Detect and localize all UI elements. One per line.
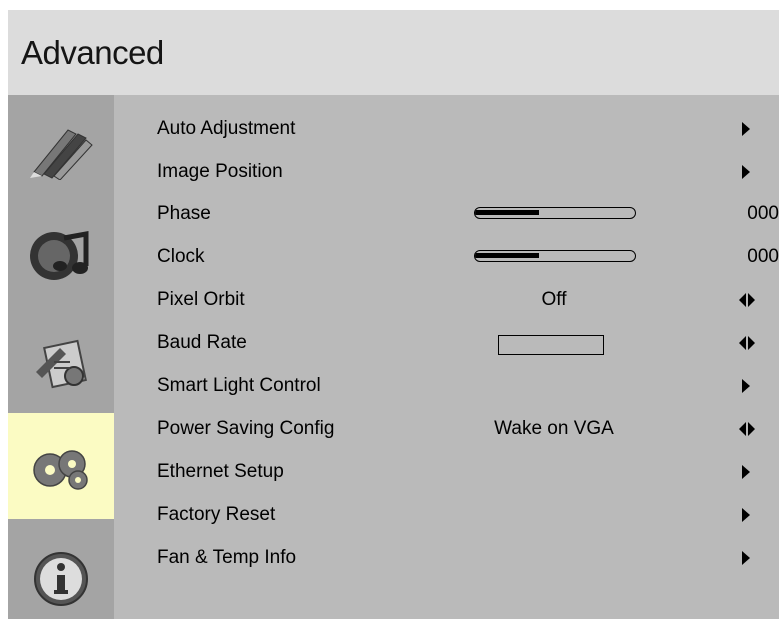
- left-right-arrows-icon[interactable]: [734, 333, 758, 353]
- category-audio[interactable]: [8, 201, 114, 307]
- menu-item-label: Baud Rate: [157, 332, 247, 353]
- menu-item-label: Phase: [157, 203, 211, 224]
- menu-item-label: Ethernet Setup: [157, 461, 284, 482]
- menu-item-smart-light-control[interactable]: Smart Light Control: [114, 362, 779, 405]
- menu-item-label: Fan & Temp Info: [157, 547, 297, 568]
- menu-item-label: Pixel Orbit: [157, 289, 245, 310]
- submenu-arrow-icon[interactable]: [734, 376, 758, 396]
- category-sidebar: [8, 95, 114, 619]
- phase-slider[interactable]: [474, 207, 636, 219]
- menu-item-label: Image Position: [157, 161, 283, 182]
- settings-menu: Auto Adjustment Image Position Phase 000…: [114, 95, 779, 619]
- submenu-arrow-icon[interactable]: [734, 505, 758, 525]
- menu-item-label: Clock: [157, 246, 205, 267]
- menu-item-ethernet-setup[interactable]: Ethernet Setup: [114, 448, 779, 491]
- menu-item-baud-rate[interactable]: Baud Rate: [114, 319, 779, 362]
- category-image[interactable]: [8, 95, 114, 201]
- submenu-arrow-icon[interactable]: [734, 548, 758, 568]
- submenu-arrow-icon[interactable]: [734, 119, 758, 139]
- submenu-arrow-icon[interactable]: [734, 462, 758, 482]
- category-information[interactable]: [8, 519, 114, 625]
- pixel-orbit-value: Off: [541, 289, 567, 310]
- menu-item-power-saving-config[interactable]: Power Saving Config Wake on VGA: [114, 405, 779, 448]
- menu-item-label: Auto Adjustment: [157, 118, 296, 139]
- phase-slider-fill: [475, 210, 539, 215]
- menu-item-label: Power Saving Config: [157, 418, 335, 439]
- phase-value: 000: [747, 203, 779, 224]
- clock-value: 000: [747, 246, 779, 267]
- menu-item-label: Factory Reset: [157, 504, 276, 525]
- osd-menu: Advanced Auto Adjustment Image Position …: [8, 10, 779, 619]
- info-icon: [34, 552, 88, 606]
- setup-tools-icon: [36, 339, 87, 389]
- menu-item-clock[interactable]: Clock 000: [114, 233, 779, 276]
- color-pencils-icon: [30, 129, 93, 180]
- left-right-arrows-icon[interactable]: [734, 419, 758, 439]
- menu-item-pixel-orbit[interactable]: Pixel Orbit Off: [114, 276, 779, 319]
- category-advanced[interactable]: [8, 413, 114, 519]
- category-setup[interactable]: [8, 307, 114, 413]
- clock-slider[interactable]: [474, 250, 636, 262]
- menu-item-label: Smart Light Control: [157, 375, 321, 396]
- menu-item-auto-adjustment[interactable]: Auto Adjustment: [114, 105, 779, 148]
- submenu-arrow-icon[interactable]: [734, 162, 758, 182]
- menu-item-fan-temp-info[interactable]: Fan & Temp Info: [114, 534, 779, 577]
- menu-item-phase[interactable]: Phase 000: [114, 190, 779, 233]
- menu-item-factory-reset[interactable]: Factory Reset: [114, 491, 779, 534]
- audio-music-icon: [30, 231, 89, 280]
- baud-rate-value-box: [498, 335, 604, 355]
- clock-slider-fill: [475, 253, 539, 258]
- page-title: Advanced: [21, 34, 164, 71]
- title-bar: Advanced: [8, 10, 779, 95]
- left-right-arrows-icon[interactable]: [734, 290, 758, 310]
- power-saving-value: Wake on VGA: [494, 418, 614, 439]
- advanced-gears-icon: [33, 450, 88, 490]
- menu-item-image-position[interactable]: Image Position: [114, 148, 779, 191]
